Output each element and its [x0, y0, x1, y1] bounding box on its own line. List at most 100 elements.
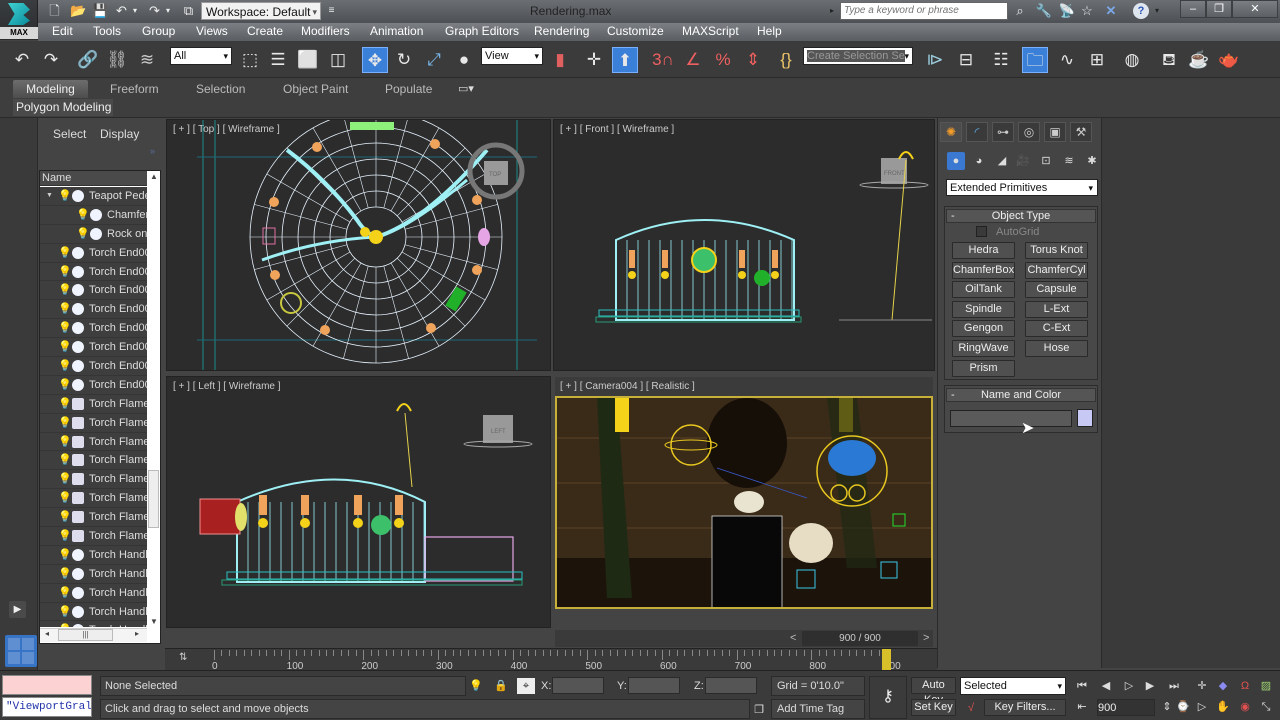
absolute-mode-transform-icon[interactable]: ⌖ [517, 678, 535, 694]
select-and-scale-icon[interactable]: ⤢ [421, 47, 447, 73]
edit-named-selection-icon[interactable]: {} [773, 47, 799, 73]
geometry-object-icon[interactable] [72, 359, 84, 372]
ribbon-tab-selection[interactable]: Selection [196, 82, 245, 98]
light-bulb-hide-icon[interactable]: 💡 [58, 322, 72, 334]
selection-filter-dropdown[interactable]: All ▾ [170, 47, 232, 65]
expand-arrow-icon[interactable]: ▼ [46, 192, 53, 199]
minimize-button[interactable]: – [1180, 0, 1206, 18]
restore-button[interactable]: ❐ [1206, 0, 1232, 18]
scene-explorer-row[interactable]: 💡 Torch Flame [40, 470, 147, 490]
scene-explorer-row[interactable]: 💡 Torch End00 [40, 300, 147, 320]
light-bulb-hide-icon[interactable]: 💡 [58, 606, 72, 618]
light-bulb-hide-icon[interactable]: 💡 [58, 549, 72, 561]
light-bulb-hide-icon[interactable]: 💡 [76, 209, 90, 221]
light-bulb-hide-icon[interactable]: 💡 [58, 587, 72, 599]
light-bulb-hide-icon[interactable]: 💡 [58, 511, 72, 523]
light-bulb-hide-icon[interactable]: 💡 [58, 624, 72, 627]
scene-explorer-row[interactable]: 💡 Torch Handl [40, 584, 147, 603]
application-menu-button[interactable]: MAX [0, 0, 38, 40]
geometry-object-icon[interactable] [90, 208, 102, 221]
geometry-object-icon[interactable] [72, 378, 84, 391]
layer-explorer-icon[interactable]: ☷ [988, 47, 1014, 73]
object-type-button-chamfercyl[interactable]: ChamferCyl [1025, 261, 1088, 279]
systems-category-icon[interactable]: ✱ [1083, 152, 1101, 170]
y-coordinate-input[interactable] [628, 677, 680, 694]
search-input[interactable] [840, 2, 1008, 20]
object-name-input[interactable] [950, 410, 1072, 427]
object-color-swatch[interactable] [1077, 409, 1093, 427]
autogrid-checkbox[interactable] [976, 226, 987, 237]
scene-explorer-display-menu[interactable]: Display [100, 127, 139, 141]
light-bulb-hide-icon[interactable]: 💡 [58, 247, 72, 259]
geometry-object-icon[interactable] [72, 284, 84, 297]
z-coordinate-input[interactable] [705, 677, 757, 694]
expand-toolbar-icon[interactable]: » [150, 146, 155, 156]
horizontal-scroll-thumb[interactable]: ||| [58, 629, 113, 641]
scene-explorer-row[interactable]: 💡 Torch Handl [40, 565, 147, 584]
vertical-scroll-thumb[interactable] [148, 470, 159, 528]
motion-tab-icon[interactable]: ◎ [1018, 122, 1040, 142]
workspace-dropdown[interactable]: Workspace: Default ▾ [201, 2, 321, 20]
orbit-icon[interactable]: ◆ [1214, 678, 1232, 694]
go-to-start-icon[interactable]: ⏮ [1073, 678, 1091, 694]
scene-explorer-row[interactable]: 💡 Torch Flame [40, 508, 147, 528]
light-bulb-hide-icon[interactable]: 💡 [58, 473, 72, 485]
menu-customize[interactable]: Customize [607, 24, 664, 38]
primitive-category-dropdown[interactable]: Extended Primitives ▾ [946, 179, 1098, 196]
scene-explorer-row[interactable]: 💡 Torch Flame [40, 414, 147, 433]
scroll-up-icon[interactable]: ▲ [150, 172, 158, 181]
viewport-camera[interactable] [555, 396, 933, 609]
geometry-object-icon[interactable] [72, 322, 84, 335]
play-animation-icon[interactable]: ▷ [1120, 678, 1138, 694]
select-and-move-icon[interactable]: ✥ [362, 47, 388, 73]
x-coordinate-input[interactable] [552, 677, 604, 694]
save-file-icon[interactable]: 💾 [92, 3, 109, 19]
scene-explorer-row[interactable]: 💡 Torch Flame [40, 527, 147, 546]
object-type-button-hose[interactable]: Hose [1025, 340, 1088, 357]
object-type-button-ringwave[interactable]: RingWave [952, 340, 1015, 357]
snaps-toggle-icon[interactable]: 3∩ [650, 47, 676, 73]
name-and-color-rollout-header[interactable]: - Name and Color [946, 388, 1096, 402]
geometry-object-icon[interactable] [72, 341, 84, 354]
geometry-object-icon[interactable] [72, 567, 84, 580]
scene-explorer-row[interactable]: ▼ 💡 Teapot Pede [40, 187, 147, 206]
scene-explorer-row[interactable]: 💡 Torch End00 [40, 244, 147, 263]
scene-explorer-row[interactable]: 💡 Torch End00 [40, 357, 147, 376]
select-object-icon[interactable]: ⬚ [237, 47, 263, 73]
object-type-button-capsule[interactable]: Capsule [1025, 281, 1088, 299]
previous-frame-icon[interactable]: < [790, 632, 796, 644]
walk-through-icon[interactable]: Ω [1236, 678, 1254, 694]
cameras-category-icon[interactable]: 🎥 [1014, 152, 1032, 170]
menu-group[interactable]: Group [142, 24, 175, 38]
project-folder-icon[interactable]: ⧉ [180, 3, 197, 19]
ribbon-tab-object-paint[interactable]: Object Paint [283, 82, 348, 98]
light-bulb-hide-icon[interactable]: 💡 [58, 341, 72, 353]
light-bulb-hide-icon[interactable]: 💡 [58, 360, 72, 372]
effect-object-icon[interactable] [72, 397, 84, 410]
object-type-button-torus-knot[interactable]: Torus Knot [1025, 242, 1088, 259]
bind-to-space-warp-icon[interactable]: ≋ [134, 47, 160, 73]
space-warps-category-icon[interactable]: ≋ [1060, 152, 1078, 170]
undo-dropdown-icon[interactable]: ▾ [131, 3, 139, 19]
light-bulb-hide-icon[interactable]: 💡 [58, 303, 72, 315]
current-frame-input[interactable] [1097, 699, 1155, 716]
field-of-view-icon[interactable]: ▷ [1193, 699, 1211, 715]
display-tab-icon[interactable]: ▣ [1044, 122, 1066, 142]
geometry-object-icon[interactable] [72, 265, 84, 278]
object-type-button-spindle[interactable]: Spindle [952, 300, 1015, 318]
light-bulb-hide-icon[interactable]: 💡 [58, 379, 72, 391]
scene-explorer-row[interactable]: 💡 Torch End00 [40, 263, 147, 282]
favorites-star-icon[interactable]: ☆ [1078, 3, 1096, 19]
unlink-selection-icon[interactable]: ⛓ [104, 47, 130, 73]
auto-key-button[interactable]: Auto Key [911, 677, 956, 706]
geometry-category-icon[interactable]: ● [947, 152, 965, 170]
light-bulb-hide-icon[interactable]: 💡 [58, 190, 72, 202]
object-type-button-hedra[interactable]: Hedra [952, 242, 1015, 259]
isolate-selection-icon[interactable]: 💡 [467, 678, 485, 694]
light-bulb-hide-icon[interactable]: 💡 [58, 530, 72, 542]
ribbon-tab-freeform[interactable]: Freeform [110, 82, 159, 98]
effect-object-icon[interactable] [72, 435, 84, 448]
expand-dock-icon[interactable]: ▶ [9, 601, 26, 618]
scene-explorer-row[interactable]: 💡 Torch Handl [40, 546, 147, 565]
maxscript-mini-listener-pink[interactable] [2, 675, 92, 695]
